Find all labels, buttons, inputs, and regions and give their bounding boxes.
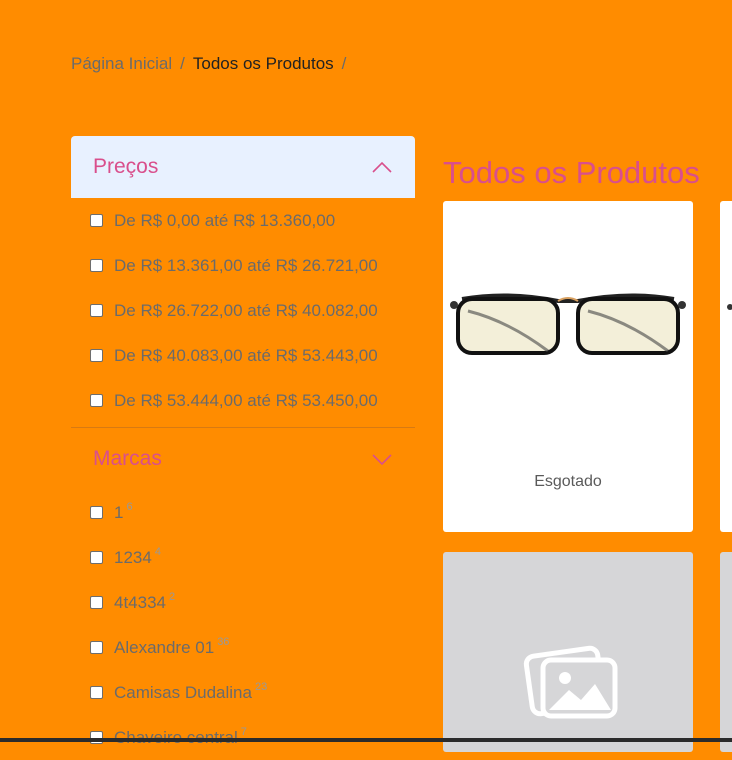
chevron-down-icon <box>372 454 392 466</box>
prices-options: De R$ 0,00 até R$ 13.360,00 De R$ 13.361… <box>71 198 415 423</box>
product-card[interactable] <box>720 552 732 752</box>
breadcrumb-home-link[interactable]: Página Inicial <box>71 54 172 74</box>
product-card[interactable] <box>443 552 693 752</box>
product-card[interactable] <box>720 201 732 532</box>
brand-option-label: 1 <box>114 502 124 522</box>
breadcrumb-separator: / <box>341 54 347 73</box>
image-placeholder-icon <box>523 645 618 719</box>
brand-count: 23 <box>254 680 268 693</box>
product-card[interactable]: Esgotado <box>443 201 693 532</box>
brand-option-label: Camisas Dudalina <box>114 682 252 702</box>
prices-filter-header[interactable]: Preços <box>71 136 415 198</box>
brand-option[interactable]: 16 <box>71 490 415 535</box>
price-checkbox[interactable] <box>90 394 103 407</box>
brand-checkbox[interactable] <box>90 596 103 609</box>
price-checkbox[interactable] <box>90 304 103 317</box>
brand-count: 2 <box>169 590 176 603</box>
price-option-label: De R$ 26.722,00 até R$ 40.082,00 <box>114 300 378 320</box>
brand-checkbox[interactable] <box>90 641 103 654</box>
brands-filter-title: Marcas <box>93 447 162 470</box>
brand-option[interactable]: 1234 4 <box>71 535 415 580</box>
filters-sidebar: Preços De R$ 0,00 até R$ 13.360,00 De R$… <box>71 136 415 760</box>
price-option[interactable]: De R$ 53.444,00 até R$ 53.450,00 <box>71 378 415 423</box>
product-image <box>727 304 732 310</box>
price-option[interactable]: De R$ 0,00 até R$ 13.360,00 <box>71 198 415 243</box>
eyeglasses-product-image <box>450 293 686 355</box>
price-option[interactable]: De R$ 26.722,00 até R$ 40.082,00 <box>71 288 415 333</box>
brand-option[interactable]: Alexandre 01 36 <box>71 625 415 670</box>
price-option-label: De R$ 53.444,00 até R$ 53.450,00 <box>114 390 378 410</box>
sold-out-label: Esgotado <box>534 473 602 490</box>
price-checkbox[interactable] <box>90 259 103 272</box>
brand-checkbox[interactable] <box>90 686 103 699</box>
brand-option-label: 4t4334 <box>114 592 166 612</box>
brand-option[interactable]: 4t4334 2 <box>71 580 415 625</box>
breadcrumb-current: Todos os Produtos <box>192 54 334 73</box>
prices-filter-title: Preços <box>93 155 159 178</box>
chevron-up-icon <box>372 161 392 173</box>
brands-options: 16 1234 4 4t4334 2 Alexandre 01 36 Camisas … <box>71 490 415 760</box>
page-title: Todos os Produtos <box>443 155 700 190</box>
brand-option-label: 1234 <box>114 547 152 567</box>
price-option-label: De R$ 40.083,00 até R$ 53.443,00 <box>114 345 378 365</box>
price-option-label: De R$ 0,00 até R$ 13.360,00 <box>114 210 336 230</box>
breadcrumb-separator: / <box>180 54 185 73</box>
brand-count: 4 <box>154 545 161 558</box>
brand-option[interactable]: Camisas Dudalina 23 <box>71 670 415 715</box>
browser-scrollbar <box>0 738 732 742</box>
breadcrumb: Página Inicial / Todos os Produtos / <box>71 54 346 74</box>
brand-count: 6 <box>126 500 133 513</box>
price-checkbox[interactable] <box>90 214 103 227</box>
price-option[interactable]: De R$ 40.083,00 até R$ 53.443,00 <box>71 333 415 378</box>
price-option-label: De R$ 13.361,00 até R$ 26.721,00 <box>114 255 378 275</box>
brand-count: 7 <box>240 725 247 738</box>
price-checkbox[interactable] <box>90 349 103 362</box>
brands-filter-header[interactable]: Marcas <box>71 428 415 490</box>
brand-checkbox[interactable] <box>90 506 103 519</box>
brand-option-label: Alexandre 01 <box>114 637 215 657</box>
brand-count: 36 <box>217 635 230 648</box>
brand-checkbox[interactable] <box>90 551 103 564</box>
price-option[interactable]: De R$ 13.361,00 até R$ 26.721,00 <box>71 243 415 288</box>
